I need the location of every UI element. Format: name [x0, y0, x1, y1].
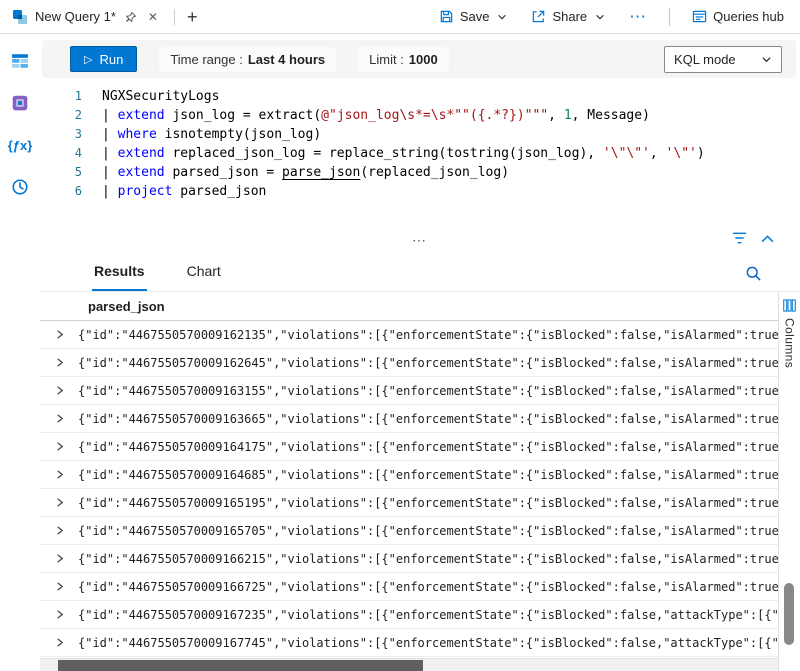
expand-row-chevron-icon[interactable] — [54, 525, 65, 536]
table-row[interactable]: {"id":"4467550570009164175","violations"… — [40, 433, 778, 461]
vertical-scrollbar-thumb[interactable] — [784, 583, 794, 645]
left-icon-rail: {ƒx} — [0, 34, 40, 671]
row-json-value: {"id":"4467550570009163155","violations"… — [78, 384, 778, 398]
row-json-value: {"id":"4467550570009164685","violations"… — [78, 468, 778, 482]
chevron-down-icon — [595, 12, 605, 22]
row-json-value: {"id":"4467550570009163665","violations"… — [78, 412, 778, 426]
functions-icon[interactable]: {ƒx} — [9, 134, 31, 156]
time-range-picker[interactable]: Time range : Last 4 hours — [159, 47, 336, 72]
filter-icon[interactable] — [732, 231, 747, 245]
expand-row-chevron-icon[interactable] — [54, 413, 65, 424]
line-number: 1 — [40, 87, 102, 106]
results-grid: parsed_json {"id":"4467550570009162135",… — [40, 292, 800, 671]
save-icon — [439, 9, 454, 24]
row-json-value: {"id":"4467550570009165705","violations"… — [78, 524, 778, 538]
share-icon — [531, 9, 546, 24]
columns-side-strip: Columns — [778, 292, 800, 671]
line-number: 2 — [40, 106, 102, 125]
search-icon[interactable] — [745, 265, 762, 282]
queries-hub-button[interactable]: Queries hub — [690, 7, 786, 26]
horizontal-scrollbar[interactable] — [40, 658, 778, 671]
editor-lines: 1NGXSecurityLogs2| extend json_log = ext… — [40, 87, 800, 201]
table-row[interactable]: {"id":"4467550570009167745","violations"… — [40, 629, 778, 657]
table-row[interactable]: {"id":"4467550570009165195","violations"… — [40, 489, 778, 517]
row-json-value: {"id":"4467550570009165195","violations"… — [78, 496, 778, 510]
code-line: 4| extend replaced_json_log = replace_st… — [40, 144, 800, 163]
queries-hub-icon — [692, 9, 707, 24]
expand-row-chevron-icon[interactable] — [54, 637, 65, 648]
row-json-value: {"id":"4467550570009167235","violations"… — [78, 608, 778, 622]
limit-picker[interactable]: Limit : 1000 — [358, 47, 449, 72]
tab-chart[interactable]: Chart — [185, 263, 223, 291]
query-tab[interactable]: New Query 1* ✕ — [0, 0, 170, 33]
columns-panel-label: Columns — [783, 318, 797, 368]
expand-row-chevron-icon[interactable] — [54, 609, 65, 620]
tab-separator — [174, 9, 175, 25]
divider — [669, 8, 670, 26]
tables-icon[interactable] — [9, 50, 31, 72]
chevron-down-icon — [497, 12, 507, 22]
table-row[interactable]: {"id":"4467550570009164685","violations"… — [40, 461, 778, 489]
share-button[interactable]: Share — [529, 7, 607, 26]
code-line: 2| extend json_log = extract(@"json_log\… — [40, 106, 800, 125]
table-row[interactable]: {"id":"4467550570009166725","violations"… — [40, 573, 778, 601]
query-toolbar: ▷ Run Time range : Last 4 hours Limit : … — [42, 40, 796, 78]
row-json-value: {"id":"4467550570009164175","violations"… — [78, 440, 778, 454]
history-icon[interactable] — [9, 176, 31, 198]
table-row[interactable]: {"id":"4467550570009165705","violations"… — [40, 517, 778, 545]
splitter-handle[interactable]: ⋯ — [412, 232, 428, 249]
collapse-up-icon[interactable] — [761, 233, 774, 244]
expand-row-chevron-icon[interactable] — [54, 553, 65, 564]
new-tab-button[interactable]: + — [179, 8, 206, 26]
query-tab-icon — [12, 9, 28, 25]
expand-row-chevron-icon[interactable] — [54, 581, 65, 592]
expand-row-chevron-icon[interactable] — [54, 357, 65, 368]
table-row[interactable]: {"id":"4467550570009163155","violations"… — [40, 377, 778, 405]
row-json-value: {"id":"4467550570009162135","violations"… — [78, 328, 778, 342]
line-number: 5 — [40, 163, 102, 182]
editor-results-splitter: ⋯ — [40, 230, 800, 252]
save-button[interactable]: Save — [437, 7, 510, 26]
horizontal-scrollbar-thumb[interactable] — [58, 660, 423, 671]
pin-tab-icon[interactable] — [123, 9, 139, 25]
chevron-down-icon — [761, 54, 772, 65]
row-json-value: {"id":"4467550570009166215","violations"… — [78, 552, 778, 566]
top-tab-bar: New Query 1* ✕ + Save Share ⋯ Queries hu… — [0, 0, 800, 34]
tab-title: New Query 1* — [35, 9, 116, 24]
expand-row-chevron-icon[interactable] — [54, 329, 65, 340]
table-row[interactable]: {"id":"4467550570009167235","violations"… — [40, 601, 778, 629]
saved-queries-icon[interactable] — [9, 92, 31, 114]
row-json-value: {"id":"4467550570009162645","violations"… — [78, 356, 778, 370]
code-line: 3| where isnotempty(json_log) — [40, 125, 800, 144]
row-json-value: {"id":"4467550570009166725","violations"… — [78, 580, 778, 594]
kql-mode-select[interactable]: KQL mode — [664, 46, 782, 73]
columns-icon — [783, 299, 796, 312]
table-row[interactable]: {"id":"4467550570009163665","violations"… — [40, 405, 778, 433]
row-json-value: {"id":"4467550570009167745","violations"… — [78, 636, 778, 650]
table-row[interactable]: {"id":"4467550570009166215","violations"… — [40, 545, 778, 573]
column-header-parsed-json[interactable]: parsed_json — [40, 292, 778, 321]
code-line: 1NGXSecurityLogs — [40, 87, 800, 106]
line-number: 3 — [40, 125, 102, 144]
results-tab-bar: Results Chart — [40, 252, 800, 292]
expand-row-chevron-icon[interactable] — [54, 469, 65, 480]
expand-row-chevron-icon[interactable] — [54, 385, 65, 396]
line-number: 4 — [40, 144, 102, 163]
tab-results[interactable]: Results — [92, 263, 147, 291]
table-row[interactable]: {"id":"4467550570009162645","violations"… — [40, 349, 778, 377]
table-row[interactable]: {"id":"4467550570009162135","violations"… — [40, 321, 778, 349]
expand-row-chevron-icon[interactable] — [54, 497, 65, 508]
code-line: 5| extend parsed_json = parse_json(repla… — [40, 163, 800, 182]
query-editor[interactable]: 1NGXSecurityLogs2| extend json_log = ext… — [40, 78, 800, 230]
code-line: 6| project parsed_json — [40, 182, 800, 201]
columns-panel-tab[interactable]: Columns — [779, 292, 800, 368]
expand-row-chevron-icon[interactable] — [54, 441, 65, 452]
line-number: 6 — [40, 182, 102, 201]
run-button[interactable]: ▷ Run — [70, 46, 137, 72]
play-icon: ▷ — [84, 53, 92, 66]
close-tab-icon[interactable]: ✕ — [146, 9, 160, 25]
more-actions-button[interactable]: ⋯ — [627, 5, 649, 29]
results-body: {"id":"4467550570009162135","violations"… — [40, 321, 778, 671]
